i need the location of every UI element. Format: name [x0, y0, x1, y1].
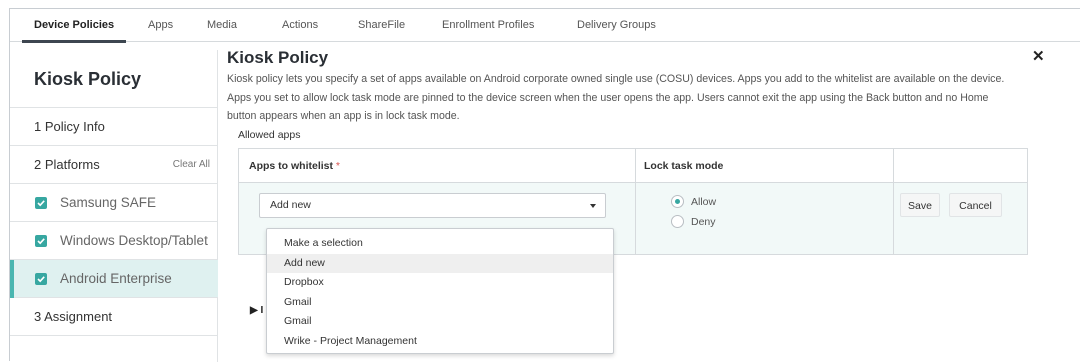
radio-allow[interactable]: Allow — [671, 195, 716, 209]
tab-sharefile[interactable]: ShareFile — [358, 9, 405, 42]
dropdown-option[interactable]: Gmail — [267, 293, 613, 313]
platform-samsung-safe[interactable]: Samsung SAFE — [10, 184, 218, 222]
column-header-lock-task-mode: Lock task mode — [644, 160, 724, 172]
dropdown-option-highlighted[interactable]: Add new — [267, 253, 613, 273]
app-dropdown-menu: Make a selection Add new Dropbox Gmail G… — [266, 228, 614, 354]
platform-android-enterprise[interactable]: Android Enterprise — [10, 260, 218, 298]
dropdown-option[interactable]: Dropbox — [267, 273, 613, 293]
close-icon[interactable]: ✕ — [1032, 47, 1045, 65]
tab-actions[interactable]: Actions — [282, 9, 318, 42]
tab-device-policies[interactable]: Device Policies — [21, 9, 127, 43]
sidebar-title: Kiosk Policy — [10, 50, 218, 108]
caret-down-icon — [590, 204, 596, 208]
tab-delivery-groups[interactable]: Delivery Groups — [577, 9, 656, 42]
tab-media[interactable]: Media — [207, 9, 237, 42]
dropdown-option[interactable]: Wrike - Project Management — [267, 332, 613, 352]
expander-label: I — [260, 305, 264, 316]
top-nav: Device Policies Apps Media Actions Share… — [10, 9, 1080, 43]
column-divider — [635, 149, 636, 254]
select-value: Add new — [270, 199, 311, 211]
expander-toggle[interactable]: ▶ I — [250, 305, 263, 316]
platform-label: Samsung SAFE — [60, 195, 157, 210]
tab-enrollment-profiles[interactable]: Enrollment Profiles — [442, 9, 534, 42]
step-assignment[interactable]: 3 Assignment — [10, 298, 218, 336]
table-header: Apps to whitelist * Lock task mode — [239, 149, 1027, 183]
checkbox-checked-icon[interactable] — [35, 273, 47, 285]
page-title: Kiosk Policy — [227, 48, 329, 67]
checkbox-checked-icon[interactable] — [35, 197, 47, 209]
radio-deny[interactable]: Deny — [671, 215, 716, 229]
tab-apps[interactable]: Apps — [148, 9, 173, 42]
platform-windows-desktop-tablet[interactable]: Windows Desktop/Tablet — [10, 222, 218, 260]
step-policy-info[interactable]: 1 Policy Info — [10, 108, 218, 146]
dropdown-option[interactable]: Make a selection — [267, 234, 613, 254]
radio-label: Deny — [691, 216, 716, 228]
step-platforms[interactable]: 2 Platforms Clear All — [10, 146, 218, 184]
caret-right-icon: ▶ — [250, 305, 258, 316]
column-divider — [893, 149, 894, 254]
step-label: 1 Policy Info — [34, 119, 105, 134]
cancel-button[interactable]: Cancel — [949, 193, 1002, 217]
required-marker: * — [335, 160, 341, 172]
platform-label: Windows Desktop/Tablet — [60, 233, 208, 248]
save-button[interactable]: Save — [900, 193, 940, 217]
policy-description: Kiosk policy lets you specify a set of a… — [227, 73, 1005, 122]
allowed-apps-label: Allowed apps — [238, 129, 301, 141]
clear-all-link[interactable]: Clear All — [173, 146, 210, 184]
radio-selected-icon — [671, 195, 684, 208]
dropdown-option[interactable]: Gmail — [267, 312, 613, 332]
wizard-sidebar: Kiosk Policy 1 Policy Info 2 Platforms C… — [10, 50, 218, 362]
radio-label: Allow — [691, 196, 717, 208]
app-select-dropdown[interactable]: Add new — [259, 193, 606, 218]
radio-unselected-icon — [671, 215, 684, 228]
checkbox-checked-icon[interactable] — [35, 235, 47, 247]
column-header-apps: Apps to whitelist * — [249, 160, 341, 172]
step-label: 2 Platforms — [34, 157, 100, 172]
platform-label: Android Enterprise — [60, 271, 172, 286]
step-label: 3 Assignment — [34, 309, 113, 324]
